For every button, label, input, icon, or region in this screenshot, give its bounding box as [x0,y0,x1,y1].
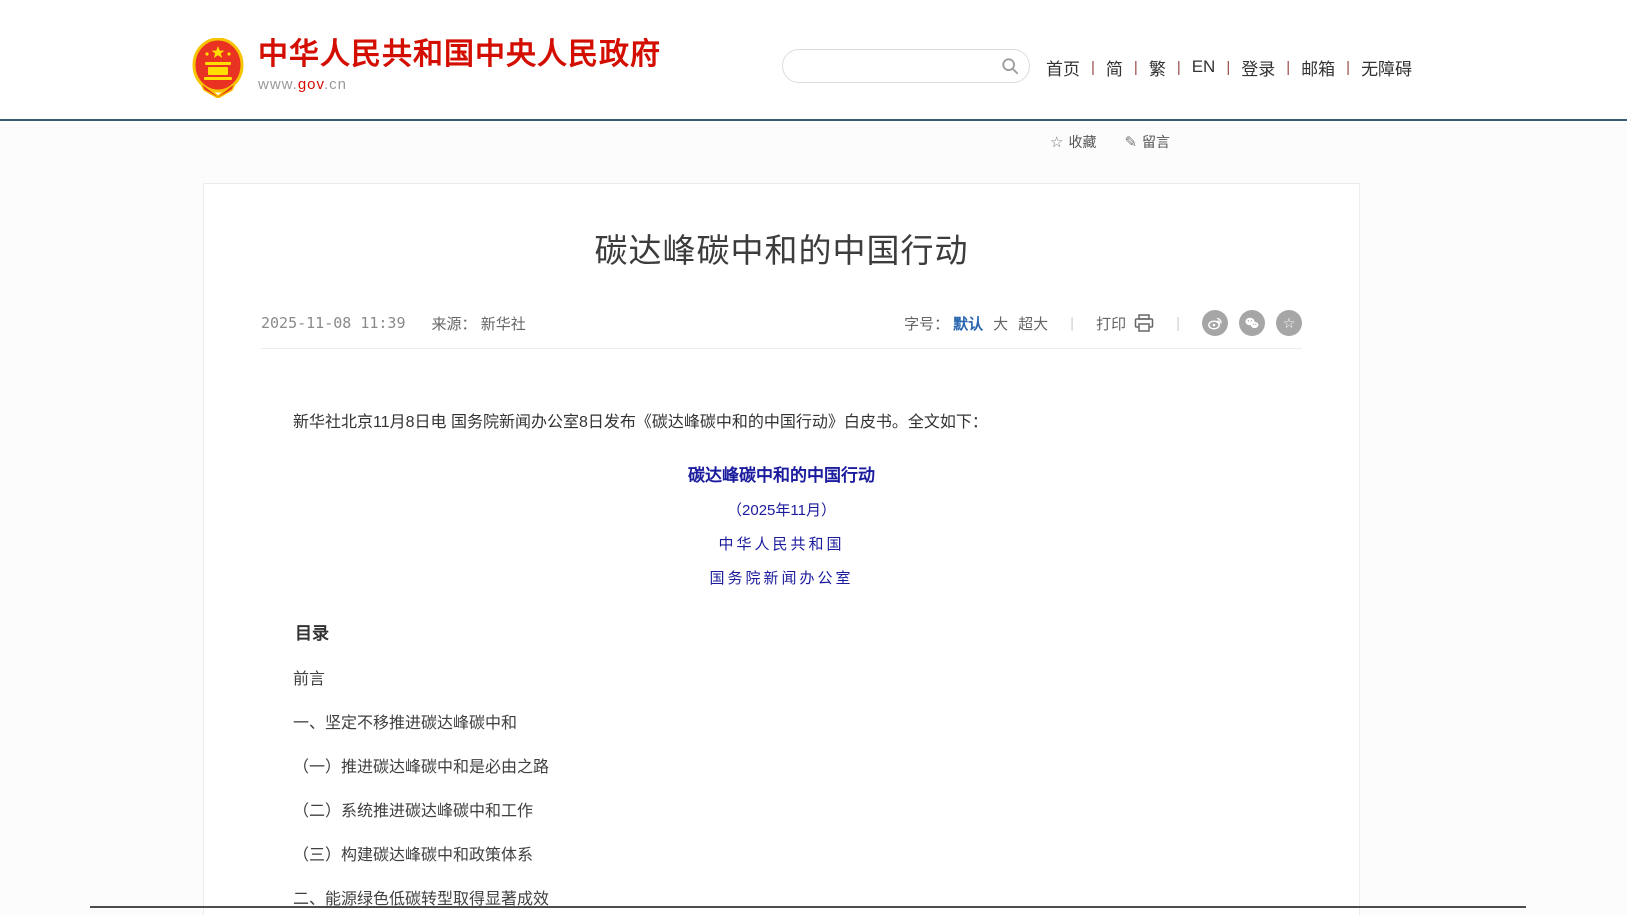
nav-home[interactable]: 首页 [1046,55,1080,80]
nav-accessibility[interactable]: 无障碍 [1361,55,1412,80]
toc-item-1-1: （一）推进碳达峰碳中和是必由之路 [261,759,1302,776]
font-size-label: 字号： [904,313,949,334]
font-size-large-button[interactable]: 大 [993,313,1008,334]
printer-icon [1134,314,1154,332]
nav-traditional[interactable]: 繁 [1149,55,1166,80]
nav-separator: | [1177,59,1181,76]
article-body: 新华社北京11月8日电 国务院新闻办公室8日发布《碳达峰碳中和的中国行动》白皮书… [261,411,1302,915]
share-weibo-button[interactable] [1202,310,1228,336]
font-size-default-button[interactable]: 默认 [953,313,983,334]
font-size-xlarge-button[interactable]: 超大 [1018,313,1048,334]
article-card: 碳达峰碳中和的中国行动 2025-11-08 11:39 来源： 新华社 字号：… [203,183,1360,915]
meta-separator: | [1176,315,1180,332]
comment-button[interactable]: ✎ 留言 [1124,132,1170,152]
nav-separator: | [1286,59,1290,76]
site-url: www.gov.cn [258,76,661,93]
nav-login[interactable]: 登录 [1241,55,1275,80]
article-title: 碳达峰碳中和的中国行动 [261,224,1302,272]
nav-separator: | [1134,59,1138,76]
search-input[interactable] [799,58,1001,74]
print-label: 打印 [1096,313,1126,334]
national-emblem-icon [192,38,244,98]
nav-separator: | [1091,59,1095,76]
share-more-button[interactable]: ☆ [1276,310,1302,336]
pencil-icon: ✎ [1124,133,1137,151]
quick-actions: ☆ 收藏 ✎ 留言 [1050,132,1170,152]
toc-item-1-2: （二）系统推进碳达峰碳中和工作 [261,803,1302,820]
document-org-line1: 中华人民共和国 [261,533,1302,554]
top-nav: 首页 | 简 | 繁 | EN | 登录 | 邮箱 | 无障碍 [1046,54,1412,80]
favorite-button[interactable]: ☆ 收藏 [1050,132,1096,152]
share-icons: ☆ [1202,310,1302,336]
nav-mail[interactable]: 邮箱 [1301,55,1335,80]
wechat-icon [1244,315,1260,331]
print-button[interactable]: 打印 [1096,313,1154,334]
document-org-line2: 国务院新闻办公室 [261,567,1302,588]
document-title: 碳达峰碳中和的中国行动 [261,461,1302,486]
toc-item-1: 一、坚定不移推进碳达峰碳中和 [261,715,1302,732]
nav-separator: | [1226,59,1230,76]
nav-english[interactable]: EN [1192,57,1216,77]
window-bottom-edge [90,906,1526,908]
site-header: 中华人民共和国中央人民政府 www.gov.cn 首页 | 简 | 繁 | EN | 登录 | 邮箱… [0,0,1627,121]
toc-item-1-3: （三）构建碳达峰碳中和政策体系 [261,847,1302,864]
star-outline-icon: ☆ [1050,133,1063,151]
nav-simplified[interactable]: 简 [1106,55,1123,80]
toc-heading: 目录 [261,619,1302,644]
site-title: 中华人民共和国中央人民政府 [258,38,661,72]
search-icon[interactable] [1001,57,1019,75]
document-date: （2025年11月） [261,499,1302,520]
share-wechat-button[interactable] [1239,310,1265,336]
toc-item-preface: 前言 [261,671,1302,688]
meta-separator: | [1070,315,1074,332]
article-meta-row: 2025-11-08 11:39 来源： 新华社 字号： 默认 大 超大 | 打… [261,310,1302,336]
intro-paragraph: 新华社北京11月8日电 国务院新闻办公室8日发布《碳达峰碳中和的中国行动》白皮书… [261,411,1302,435]
source: 来源： 新华社 [432,313,526,334]
comment-label: 留言 [1142,132,1170,152]
nav-separator: | [1346,59,1350,76]
publish-date: 2025-11-08 11:39 [261,314,406,332]
meta-divider [261,348,1302,349]
site-logo[interactable]: 中华人民共和国中央人民政府 www.gov.cn [192,38,661,98]
star-icon: ☆ [1283,316,1296,330]
search-box[interactable] [782,49,1030,83]
weibo-icon [1207,315,1223,331]
favorite-label: 收藏 [1068,132,1096,152]
